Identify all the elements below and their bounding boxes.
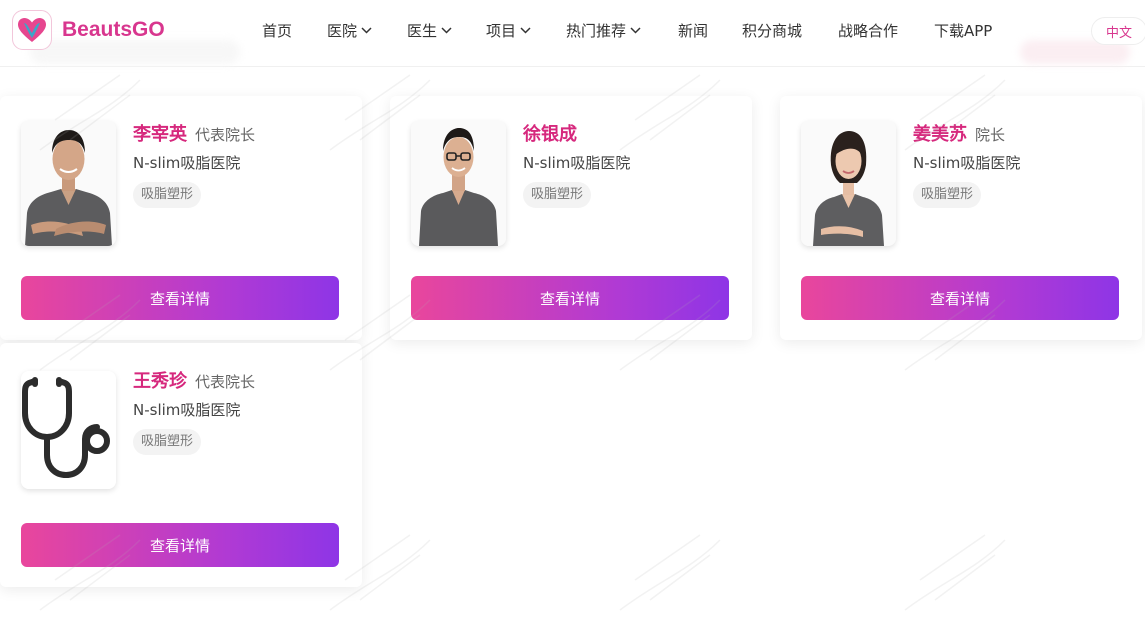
chevron-down-icon [630, 27, 641, 34]
doctor-name[interactable]: 姜美苏 [913, 124, 967, 145]
view-details-button[interactable]: 查看详情 [411, 276, 729, 320]
doctor-photo [21, 371, 116, 489]
specialty-tag: 吸脂塑形 [913, 182, 982, 208]
specialty-tag: 吸脂塑形 [133, 182, 202, 208]
doctor-card[interactable]: 姜美苏 院长 N-slim吸脂医院 吸脂塑形 查看详情 [780, 96, 1142, 340]
stethoscope-icon [21, 371, 116, 489]
view-details-button[interactable]: 查看详情 [21, 523, 339, 567]
nav-partnership[interactable]: 战略合作 [838, 20, 898, 41]
nav-label: 积分商城 [742, 22, 803, 40]
nav-label: 首页 [262, 22, 293, 40]
doctor-card[interactable]: 王秀珍 代表院长 N-slim吸脂医院 吸脂塑形 查看详情 [0, 343, 362, 587]
doctor-photo [21, 121, 116, 246]
nav-hot-recommend[interactable]: 热门推荐 [566, 20, 641, 41]
hospital-name: N-slim吸脂医院 [133, 154, 241, 172]
nav-download-app[interactable]: 下载APP [934, 20, 992, 41]
doctor-name[interactable]: 徐银成 [523, 124, 577, 145]
doctor-photo [411, 121, 506, 246]
brand-logo[interactable]: BeautsGO [12, 10, 165, 50]
doctor-card[interactable]: 李宰英 代表院长 N-slim吸脂医院 吸脂塑形 查看详情 [0, 96, 362, 340]
nav-label: 新闻 [678, 22, 709, 40]
brand-name: BeautsGO [62, 18, 165, 41]
chevron-down-icon [441, 27, 452, 34]
nav-label: 项目 [486, 22, 517, 40]
view-details-button[interactable]: 查看详情 [801, 276, 1119, 320]
hospital-name: N-slim吸脂医院 [913, 154, 1021, 172]
nav-doctors[interactable]: 医生 [407, 20, 452, 41]
doctor-name-row: 王秀珍 代表院长 [133, 367, 255, 393]
language-switch-button[interactable]: 中文 [1091, 17, 1145, 45]
nav-home[interactable]: 首页 [262, 20, 292, 41]
chevron-down-icon [520, 27, 531, 34]
view-details-button[interactable]: 查看详情 [21, 276, 339, 320]
specialty-tag: 吸脂塑形 [523, 182, 592, 208]
nav-hospitals[interactable]: 医院 [327, 20, 372, 41]
heart-logo-icon [12, 10, 52, 50]
nav-points-mall[interactable]: 积分商城 [742, 20, 802, 41]
nav-label: 热门推荐 [566, 22, 627, 40]
doctor-name-row: 姜美苏 院长 [913, 120, 1005, 146]
nav-projects[interactable]: 项目 [486, 20, 531, 41]
specialty-tag: 吸脂塑形 [133, 429, 202, 455]
doctor-title: 代表院长 [195, 126, 256, 144]
doctor-title: 院长 [975, 126, 1006, 144]
nav-label: 下载APP [934, 22, 993, 40]
doctor-card[interactable]: 徐银成 N-slim吸脂医院 吸脂塑形 查看详情 [390, 96, 752, 340]
hospital-name: N-slim吸脂医院 [133, 401, 241, 419]
nav-label: 医院 [327, 22, 358, 40]
doctor-name-row: 徐银成 [523, 120, 585, 146]
doctor-name[interactable]: 李宰英 [133, 124, 187, 145]
nav-label: 战略合作 [838, 22, 899, 40]
doctor-title: 代表院长 [195, 373, 256, 391]
chevron-down-icon [361, 27, 372, 34]
nav-news[interactable]: 新闻 [678, 20, 708, 41]
doctor-name-row: 李宰英 代表院长 [133, 120, 255, 146]
top-navbar: BeautsGO 首页 医院 医生 项目 热门推荐 新闻 积分商城 战略合作 下… [0, 0, 1145, 67]
doctor-photo [801, 121, 896, 246]
doctor-name[interactable]: 王秀珍 [133, 371, 187, 392]
nav-label: 医生 [407, 22, 438, 40]
hospital-name: N-slim吸脂医院 [523, 154, 631, 172]
